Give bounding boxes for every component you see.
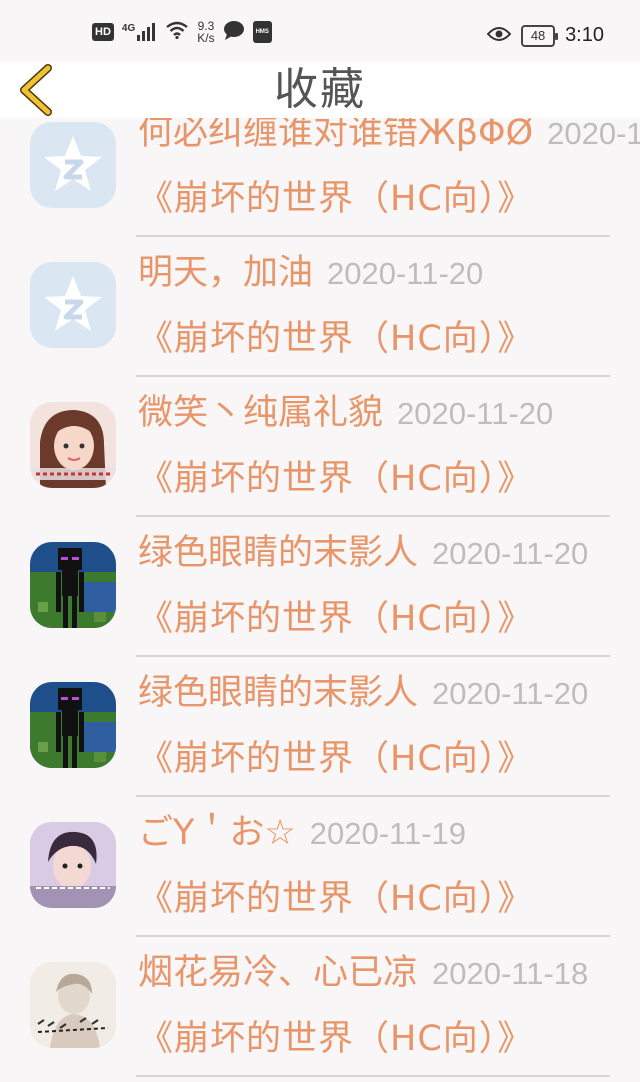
avatar[interactable]: [30, 962, 116, 1048]
divider: [136, 935, 610, 937]
date: 2020-11-20: [397, 396, 554, 431]
user-name: 微笑丶纯属礼貌: [138, 393, 384, 433]
user-name: 绿色眼睛的末影人: [138, 673, 419, 713]
item-header: ごΥ＇お☆ 2020-11-19: [138, 810, 466, 857]
divider: [136, 655, 610, 657]
enderman-icon: [30, 542, 116, 628]
wifi-icon: [165, 21, 189, 43]
date: 2020-11-18: [432, 956, 589, 991]
page-title: 收藏: [274, 64, 366, 115]
battery-indicator: 48: [521, 24, 559, 47]
divider: [136, 375, 610, 377]
app-header: 收藏: [0, 62, 640, 118]
divider: [136, 515, 610, 517]
list-item[interactable]: 烟花易冷、心已凉 2020-11-18 《崩坏的世界（HC向）》: [0, 950, 640, 1082]
list-item[interactable]: 何必纠缠谁对谁错ЖβΦØ 2020-11-20 《崩坏的世界（HC向）》: [0, 110, 640, 250]
item-header: 烟花易冷、心已凉 2020-11-18: [138, 950, 588, 997]
list-item[interactable]: 微笑丶纯属礼貌 2020-11-20 《崩坏的世界（HC向）》: [0, 390, 640, 530]
avatar[interactable]: [30, 262, 116, 348]
book-title[interactable]: 《崩坏的世界（HC向）》: [138, 316, 533, 362]
status-bar: HD 4G 9.3 K/s HMS 48 3:10: [0, 0, 640, 62]
date: 2020-11-20: [432, 676, 589, 711]
book-title[interactable]: 《崩坏的世界（HC向）》: [138, 456, 533, 502]
item-header: 微笑丶纯属礼貌 2020-11-20: [138, 390, 553, 437]
avatar[interactable]: [30, 542, 116, 628]
avatar[interactable]: [30, 122, 116, 208]
book-title[interactable]: 《崩坏的世界（HC向）》: [138, 596, 533, 642]
girl-photo-icon: [30, 402, 116, 488]
book-title[interactable]: 《崩坏的世界（HC向）》: [138, 876, 533, 922]
hms-badge: HMS: [252, 21, 272, 43]
clock: 3:10: [565, 24, 604, 46]
divider: [136, 1075, 610, 1077]
qq-star-icon: [30, 122, 116, 208]
speed-unit: K/s: [197, 31, 215, 45]
item-header: 明天，加油 2020-11-20: [138, 250, 483, 297]
book-title[interactable]: 《崩坏的世界（HC向）》: [138, 736, 533, 782]
list-item[interactable]: 明天，加油 2020-11-20 《崩坏的世界（HC向）》: [0, 250, 640, 390]
user-name: 绿色眼睛的末影人: [138, 533, 419, 573]
user-name: 明天，加油: [138, 253, 314, 293]
user-name: 何必纠缠谁对谁错ЖβΦØ: [138, 113, 534, 153]
item-header: 绿色眼睛的末影人 2020-11-20: [138, 530, 588, 577]
date: 2020-11-20: [432, 536, 589, 571]
book-title[interactable]: 《崩坏的世界（HC向）》: [138, 176, 533, 222]
date: 2020-11-20: [327, 256, 484, 291]
date: 2020-11-19: [309, 816, 467, 851]
user-name: 烟花易冷、心已凉: [138, 953, 419, 993]
list-item[interactable]: 绿色眼睛的末影人 2020-11-20 《崩坏的世界（HC向）》: [0, 530, 640, 670]
user-name: ごΥ＇お☆: [138, 813, 296, 853]
network-speed: 9.3 K/s: [197, 20, 214, 44]
qq-star-icon: [30, 262, 116, 348]
eye-icon: [486, 26, 512, 46]
favorites-list: 何必纠缠谁对谁错ЖβΦØ 2020-11-20 《崩坏的世界（HC向）》 明天，加…: [0, 98, 640, 1082]
list-item[interactable]: ごΥ＇お☆ 2020-11-19 《崩坏的世界（HC向）》: [0, 810, 640, 950]
list-item[interactable]: 绿色眼睛的末影人 2020-11-20 《崩坏的世界（HC向）》: [0, 670, 640, 810]
date: 2020-11-20: [547, 116, 640, 151]
avatar[interactable]: [30, 402, 116, 488]
status-left: HD 4G 9.3 K/s HMS: [92, 20, 272, 44]
divider: [136, 235, 610, 237]
signal-icon: 4G: [122, 23, 157, 41]
divider: [136, 795, 610, 797]
hd-badge: HD: [92, 23, 114, 41]
enderman-icon: [30, 682, 116, 768]
status-right: 48 3:10: [486, 24, 604, 47]
message-icon: [223, 20, 245, 44]
boy-photo-icon: [30, 822, 116, 908]
book-title[interactable]: 《崩坏的世界（HC向）》: [138, 1016, 533, 1062]
avatar[interactable]: [30, 822, 116, 908]
network-type: 4G: [121, 23, 136, 34]
sketch-photo-icon: [30, 962, 116, 1048]
avatar[interactable]: [30, 682, 116, 768]
item-header: 绿色眼睛的末影人 2020-11-20: [138, 670, 588, 717]
